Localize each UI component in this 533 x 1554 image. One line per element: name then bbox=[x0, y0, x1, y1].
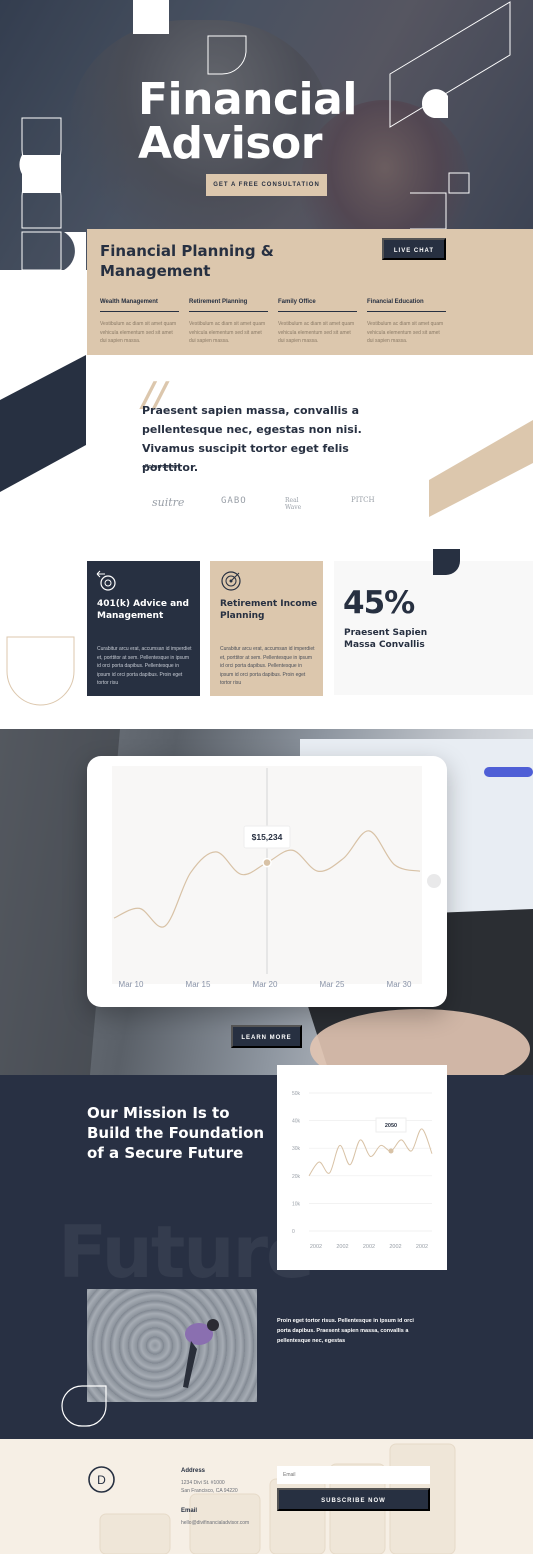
y-axis-label: 30k bbox=[292, 1146, 301, 1152]
live-chat-button[interactable]: LIVE CHAT bbox=[382, 238, 446, 260]
x-axis-label: Mar 15 bbox=[186, 980, 211, 989]
y-axis-label: 20k bbox=[292, 1174, 301, 1180]
x-axis-label: 2002 bbox=[336, 1244, 348, 1250]
service-card-retirement[interactable]: Retirement Income Planning Curabitur arc… bbox=[210, 561, 323, 696]
column-heading: Financial Education bbox=[367, 299, 446, 312]
x-axis-label: 2002 bbox=[416, 1244, 428, 1250]
column-text: Vestibulum ac diam sit amet quam vehicul… bbox=[367, 321, 444, 344]
address-heading: Address bbox=[181, 1468, 206, 1474]
y-axis-label: 0 bbox=[292, 1229, 295, 1235]
column-heading: Retirement Planning bbox=[189, 299, 268, 312]
column-text: Vestibulum ac diam sit amet quam vehicul… bbox=[189, 321, 266, 344]
mission-title: Our Mission Is to Build the Foundation o… bbox=[87, 1104, 265, 1162]
stat-value: 45% bbox=[343, 585, 415, 621]
target-icon bbox=[221, 571, 241, 591]
address-line-2: San Francisco, CA 94220 bbox=[181, 1488, 238, 1494]
y-axis-label: 40k bbox=[292, 1119, 301, 1125]
client-logo-real-wave: Real Wave bbox=[285, 497, 302, 511]
column-heading: Family Office bbox=[278, 299, 357, 312]
card-title: Retirement Income Planning bbox=[220, 599, 318, 621]
column-text: Vestibulum ac diam sit amet quam vehicul… bbox=[100, 321, 177, 344]
y-axis-label: 10k bbox=[292, 1201, 301, 1207]
client-logo-suitre: suitre bbox=[152, 496, 185, 509]
testimonial-author: - Robert Jomon bbox=[142, 464, 179, 470]
growth-chart-card: 50k 40k 30k 20k 10k 0 2002 2002 2002 2002 2002 205… bbox=[277, 1065, 447, 1270]
stat-label: Praesent Sapien Massa Convallis bbox=[344, 628, 428, 650]
email-link[interactable]: hello@divifinancialadvisor.com bbox=[181, 1519, 249, 1528]
card-text: Curabitur arcu erat, accumsan id imperdi… bbox=[220, 646, 315, 686]
service-card-401k[interactable]: 401(k) Advice and Management Curabitur a… bbox=[87, 561, 200, 696]
businessman-figure bbox=[183, 1319, 219, 1388]
highlight-point bbox=[388, 1148, 394, 1154]
free-consultation-button[interactable]: GET A FREE CONSULTATION bbox=[206, 174, 327, 196]
column-heading: Wealth Management bbox=[100, 299, 179, 312]
series-line bbox=[308, 1128, 433, 1177]
card-text: Curabitur arcu erat, accumsan id imperdi… bbox=[97, 646, 192, 686]
tablet-chart-card: Mar 10 Mar 15 Mar 20 Mar 25 Mar 30 $15,234 bbox=[87, 756, 447, 1007]
client-logo-gabo: GABO bbox=[221, 496, 247, 506]
businessman-photo bbox=[87, 1289, 257, 1402]
logo-letter: D bbox=[97, 1473, 106, 1487]
planning-column-family: Family Office Vestibulum ac diam sit ame… bbox=[278, 299, 357, 346]
growth-line-chart: 50k 40k 30k 20k 10k 0 2002 2002 2002 2002 2002 205… bbox=[292, 1091, 433, 1250]
mission-paragraph: Proin eget tortor risus. Pellentesque in… bbox=[277, 1318, 414, 1344]
tablet-home-button bbox=[427, 874, 441, 888]
coin-stacks-background bbox=[99, 1443, 456, 1554]
revenue-line-chart: Mar 10 Mar 15 Mar 20 Mar 25 Mar 30 $15,234 bbox=[112, 766, 441, 989]
tooltip-value: 2050 bbox=[385, 1123, 397, 1129]
x-axis-label: Mar 20 bbox=[253, 980, 278, 989]
footer-section bbox=[0, 1439, 533, 1554]
learn-more-button[interactable]: LEARN MORE bbox=[231, 1025, 302, 1048]
x-axis-label: 2002 bbox=[310, 1244, 322, 1250]
mission-decor-shape bbox=[61, 1385, 107, 1427]
planning-column-education: Financial Education Vestibulum ac diam s… bbox=[367, 299, 446, 346]
tooltip-value: $15,234 bbox=[252, 832, 283, 842]
x-axis-label: 2002 bbox=[363, 1244, 375, 1250]
planning-column-retirement: Retirement Planning Vestibulum ac diam s… bbox=[189, 299, 268, 346]
x-axis-label: Mar 25 bbox=[320, 980, 345, 989]
y-axis-label: 50k bbox=[292, 1091, 301, 1097]
x-axis-label: Mar 10 bbox=[119, 980, 144, 989]
planning-column-wealth: Wealth Management Vestibulum ac diam sit… bbox=[100, 299, 179, 346]
client-logo-pitch: PITCH bbox=[351, 496, 375, 504]
email-heading: Email bbox=[181, 1508, 198, 1514]
hero-title: Financial Advisor bbox=[138, 74, 357, 169]
x-axis-label: Mar 30 bbox=[387, 980, 412, 989]
divi-logo-icon: D bbox=[88, 1466, 115, 1493]
column-text: Vestibulum ac diam sit amet quam vehicul… bbox=[278, 321, 355, 344]
highlight-point bbox=[262, 857, 272, 868]
x-axis-label: 2002 bbox=[389, 1244, 401, 1250]
subscribe-button[interactable]: SUBSCRIBE NOW bbox=[277, 1488, 430, 1511]
planning-panel: Financial Planning & Management LIVE CHA… bbox=[87, 229, 533, 355]
planning-title: Financial Planning & Management bbox=[100, 242, 274, 280]
future-background-word: Future bbox=[58, 1210, 315, 1294]
card-title: 401(k) Advice and Management bbox=[97, 599, 189, 621]
hand-coin-icon bbox=[96, 570, 116, 591]
email-input[interactable] bbox=[277, 1466, 430, 1484]
testimonial-quote: Praesent sapien massa, convallis a pelle… bbox=[142, 404, 362, 474]
